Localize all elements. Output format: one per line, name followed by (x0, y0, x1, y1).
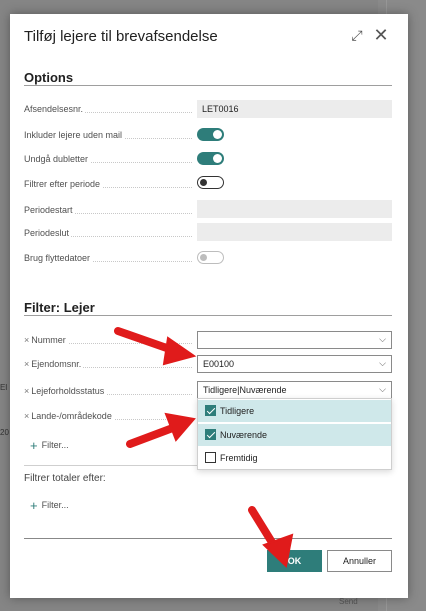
nummer-filter-input[interactable]: ⌵ (197, 331, 392, 349)
add-totals-filter-link[interactable]: + Filter... (30, 498, 69, 513)
add-tenants-dialog: Tilføj lejere til brevafsendelse ⤢ ✕ Opt… (10, 14, 408, 598)
inkluder-label: Inkluder lejere uden mail (24, 130, 196, 140)
lejeforholdsstatus-filter-label: × Lejeforholdsstatus (24, 386, 196, 396)
checkbox-checked-icon[interactable] (205, 429, 216, 440)
background-text: El (0, 383, 8, 392)
undga-dubletter-toggle[interactable] (197, 152, 224, 165)
status-options-dropdown: Tidligere Nuværende Fremtidig (197, 398, 392, 470)
plus-icon: + (30, 498, 38, 513)
dialog-title: Tilføj lejere til brevafsendelse (24, 28, 218, 45)
remove-filter-icon[interactable]: × (24, 335, 29, 345)
background-text: 20 (0, 428, 9, 437)
dropdown-option-tidligere[interactable]: Tidligere (198, 400, 391, 422)
ejendomsnr-filter-label: × Ejendomsnr. (24, 359, 196, 369)
periodeslut-field[interactable] (197, 223, 392, 241)
periodestart-label: Periodestart (24, 205, 196, 215)
periodestart-field[interactable] (197, 200, 392, 218)
background-send-label: Send (339, 597, 358, 606)
filter-lejer-section-title: Filter: Lejer (24, 300, 95, 315)
cancel-button[interactable]: Annuller (327, 550, 392, 572)
brug-flyttedatoer-toggle[interactable] (197, 251, 224, 264)
remove-filter-icon[interactable]: × (24, 359, 29, 369)
checkbox-unchecked-icon[interactable] (205, 452, 216, 463)
chevron-down-icon: ⌵ (379, 358, 386, 368)
lande-filter-label: × Lande-/områdekode (24, 411, 196, 421)
section-divider (24, 85, 392, 86)
brug-flyttedatoer-label: Brug flyttedatoer (24, 253, 196, 263)
chevron-down-icon: ⌵ (379, 334, 386, 344)
remove-filter-icon[interactable]: × (24, 411, 29, 421)
remove-filter-icon[interactable]: × (24, 386, 29, 396)
ejendomsnr-filter-input[interactable]: E00100 ⌵ (197, 355, 392, 373)
periodeslut-label: Periodeslut (24, 228, 196, 238)
options-section-title: Options (24, 70, 74, 85)
afsendelsesnr-field[interactable]: LET0016 (197, 100, 392, 118)
filtrer-periode-label: Filtrer efter periode (24, 179, 196, 189)
filtrer-totaler-label: Filtrer totaler efter: (24, 473, 106, 484)
inkluder-toggle[interactable] (197, 128, 224, 141)
nummer-filter-label: × Nummer (24, 335, 196, 345)
afsendelsesnr-label: Afsendelsesnr. (24, 104, 196, 114)
undga-dubletter-label: Undgå dubletter (24, 154, 196, 164)
close-icon[interactable]: ✕ (372, 25, 390, 45)
plus-icon: + (30, 438, 38, 453)
footer-divider (24, 538, 392, 539)
section-divider (24, 315, 392, 316)
expand-icon[interactable]: ⤢ (348, 26, 366, 44)
chevron-down-icon: ⌵ (379, 384, 386, 394)
ok-button[interactable]: OK (267, 550, 322, 572)
checkbox-checked-icon[interactable] (205, 405, 216, 416)
dropdown-option-nuvaerende[interactable]: Nuværende (198, 424, 391, 446)
lejeforholdsstatus-filter-input[interactable]: Tidligere|Nuværende ⌵ (197, 381, 392, 399)
filtrer-periode-toggle[interactable] (197, 176, 224, 189)
dropdown-option-fremtidig[interactable]: Fremtidig (198, 447, 391, 469)
add-lejer-filter-link[interactable]: + Filter... (30, 438, 69, 453)
